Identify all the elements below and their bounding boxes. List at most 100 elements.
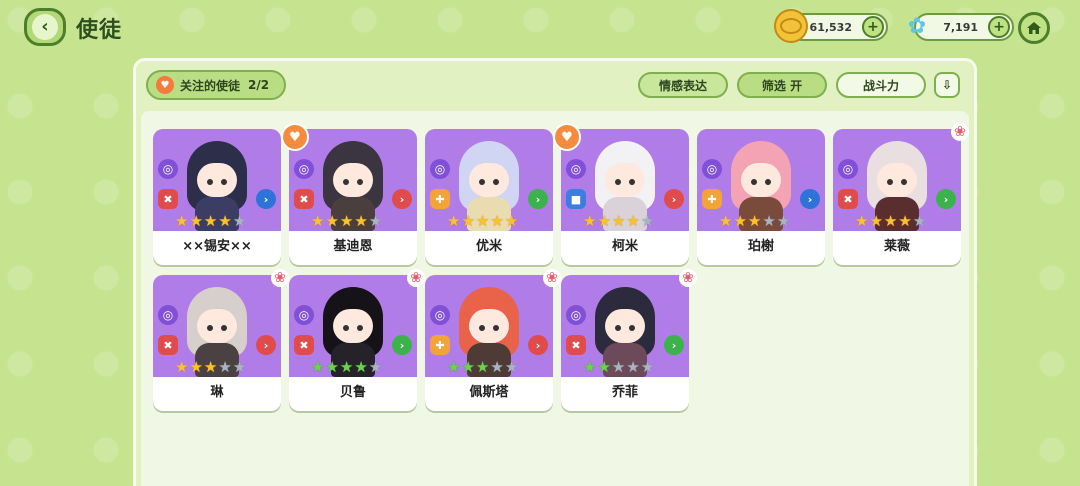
character-card[interactable]: ◎ ✚ › ★ ★ ★ ★ ★ 珀榭 [697, 129, 825, 265]
add-butterfly-button[interactable]: + [988, 16, 1010, 38]
character-card[interactable]: ◎ ✚ › ★ ★ ★ ★ ★ 优米 [425, 129, 553, 265]
star-icon: ★ [869, 212, 883, 230]
sort-power-button[interactable]: 战斗力 [836, 72, 926, 98]
star-icon: ★ [776, 212, 791, 230]
position-arrow-icon: › [800, 189, 820, 209]
favorites-filter[interactable]: ♥ 关注的使徒 2/2 [146, 70, 286, 100]
star-icon: ★ [898, 212, 912, 230]
home-icon [1027, 22, 1041, 34]
star-icon: ★ [461, 212, 475, 230]
character-name: 琳 [210, 385, 224, 400]
star-icon: ★ [611, 212, 626, 230]
star-icon: ★ [490, 212, 504, 230]
star-icon: ★ [611, 358, 626, 376]
class-role-icon: ✖ [158, 335, 178, 355]
filter-button[interactable]: 筛选 开 [737, 72, 827, 98]
character-card[interactable]: ◎ ✖ › ★ ★ ★ ★ ★ 莱薇 ❀ [833, 123, 969, 265]
toolbar: ♥ 关注的使徒 2/2 情感表达 筛选 开 战斗力 ⇩ [136, 61, 974, 111]
star-rating: ★ ★ ★ ★ ★ [719, 213, 790, 229]
heart-icon: ♥ [156, 76, 174, 94]
character-name: 基迪恩 [333, 239, 373, 254]
back-button[interactable]: ‹ [24, 8, 66, 46]
character-portrait: ◎ ■ › ★ ★ ★ ★ ★ [561, 129, 689, 231]
star-rating: ★ ★ ★ ★ ★ [175, 213, 246, 229]
character-portrait: ◎ ✖ › ★ ★ ★ ★ ★ [561, 275, 689, 377]
favorites-label: 关注的使徒 [180, 78, 241, 93]
class-role-icon: ■ [566, 189, 586, 209]
class-role-icon: ✖ [566, 335, 586, 355]
character-card[interactable]: ◎ ✚ › ★ ★ ★ ★ ★ 佩斯塔 ❀ [425, 269, 561, 411]
class-role-icon: ✖ [294, 189, 314, 209]
character-portrait: ◎ ✖ › ★ ★ ★ ★ ★ [153, 275, 281, 377]
character-card[interactable]: ◎ ✖ › ★ ★ ★ ★ ★ 乔菲 ❀ [561, 269, 697, 411]
favorite-heart-icon: ♥ [553, 123, 581, 151]
class-role-icon: ✖ [158, 189, 178, 209]
star-icon: ★ [640, 358, 655, 376]
attribute-spiral-icon: ◎ [566, 305, 586, 325]
star-icon: ★ [218, 358, 232, 376]
star-icon: ★ [912, 212, 927, 230]
character-portrait: ◎ ✚ › ★ ★ ★ ★ ★ [697, 129, 825, 231]
star-icon: ★ [447, 212, 461, 230]
star-icon: ★ [368, 212, 383, 230]
attribute-spiral-icon: ◎ [294, 305, 314, 325]
star-icon: ★ [626, 358, 640, 376]
position-arrow-icon: › [936, 189, 956, 209]
star-rating: ★ ★ ★ ★ ★ [583, 359, 654, 375]
star-icon: ★ [339, 358, 354, 376]
position-arrow-icon: › [392, 335, 412, 355]
character-card[interactable]: ◎ ✖ › ★ ★ ★ ★ ★ ××锡安×× [153, 129, 281, 265]
star-icon: ★ [203, 358, 218, 376]
star-icon: ★ [232, 212, 247, 230]
star-icon: ★ [475, 212, 490, 230]
character-list-panel: ♥ 关注的使徒 2/2 情感表达 筛选 开 战斗力 ⇩ ◎ ✖ › ★ ★ ★ ★ ★ ××锡安… [133, 58, 977, 486]
star-icon: ★ [203, 212, 218, 230]
class-role-icon: ✖ [294, 335, 314, 355]
position-arrow-icon: › [392, 189, 412, 209]
star-icon: ★ [747, 212, 762, 230]
back-arrow-icon: ‹ [32, 14, 58, 40]
sort-order-button[interactable]: ⇩ [934, 72, 960, 98]
star-icon: ★ [583, 212, 597, 230]
favorite-heart-icon: ♥ [281, 123, 309, 151]
character-portrait: ◎ ✚ › ★ ★ ★ ★ ★ [425, 275, 553, 377]
class-role-icon: ✚ [430, 189, 450, 209]
star-icon: ★ [597, 212, 611, 230]
flower-badge-icon: ❀ [407, 269, 425, 287]
star-icon: ★ [189, 212, 203, 230]
flower-badge-icon: ❀ [543, 269, 561, 287]
gold-currency-counter: 61,532 + [774, 9, 888, 43]
favorites-count: 2/2 [248, 78, 270, 92]
character-name: 乔菲 [611, 385, 638, 400]
class-role-icon: ✚ [702, 189, 722, 209]
star-icon: ★ [597, 358, 611, 376]
star-icon: ★ [354, 212, 368, 230]
home-button[interactable] [1018, 12, 1050, 44]
star-icon: ★ [504, 358, 519, 376]
character-name: 佩斯塔 [469, 385, 509, 400]
star-icon: ★ [325, 212, 339, 230]
character-card[interactable]: ◎ ✖ › ★ ★ ★ ★ ★ 基迪恩 ♥ [281, 123, 417, 265]
page-title: 使徒 [76, 18, 123, 43]
character-portrait: ◎ ✖ › ★ ★ ★ ★ ★ [153, 129, 281, 231]
character-portrait: ◎ ✖ › ★ ★ ★ ★ ★ [289, 129, 417, 231]
star-icon: ★ [490, 358, 504, 376]
star-icon: ★ [461, 358, 475, 376]
character-card[interactable]: ◎ ✖ › ★ ★ ★ ★ ★ 琳 ❀ [153, 269, 289, 411]
emotion-button[interactable]: 情感表达 [638, 72, 728, 98]
gold-amount: 61,532 [809, 20, 852, 34]
position-arrow-icon: › [664, 335, 684, 355]
character-card[interactable]: ◎ ■ › ★ ★ ★ ★ ★ 柯米 ♥ [553, 123, 689, 265]
position-arrow-icon: › [256, 189, 276, 209]
add-gold-button[interactable]: + [862, 16, 884, 38]
character-card[interactable]: ◎ ✖ › ★ ★ ★ ★ ★ 贝鲁 ❀ [289, 269, 425, 411]
gold-coin-icon [774, 9, 808, 43]
star-icon: ★ [368, 358, 383, 376]
butterfly-amount: 7,191 [943, 20, 978, 34]
star-icon: ★ [640, 212, 655, 230]
attribute-spiral-icon: ◎ [158, 159, 178, 179]
attribute-spiral-icon: ◎ [294, 159, 314, 179]
flower-badge-icon: ❀ [679, 269, 697, 287]
attribute-spiral-icon: ◎ [702, 159, 722, 179]
attribute-spiral-icon: ◎ [430, 159, 450, 179]
